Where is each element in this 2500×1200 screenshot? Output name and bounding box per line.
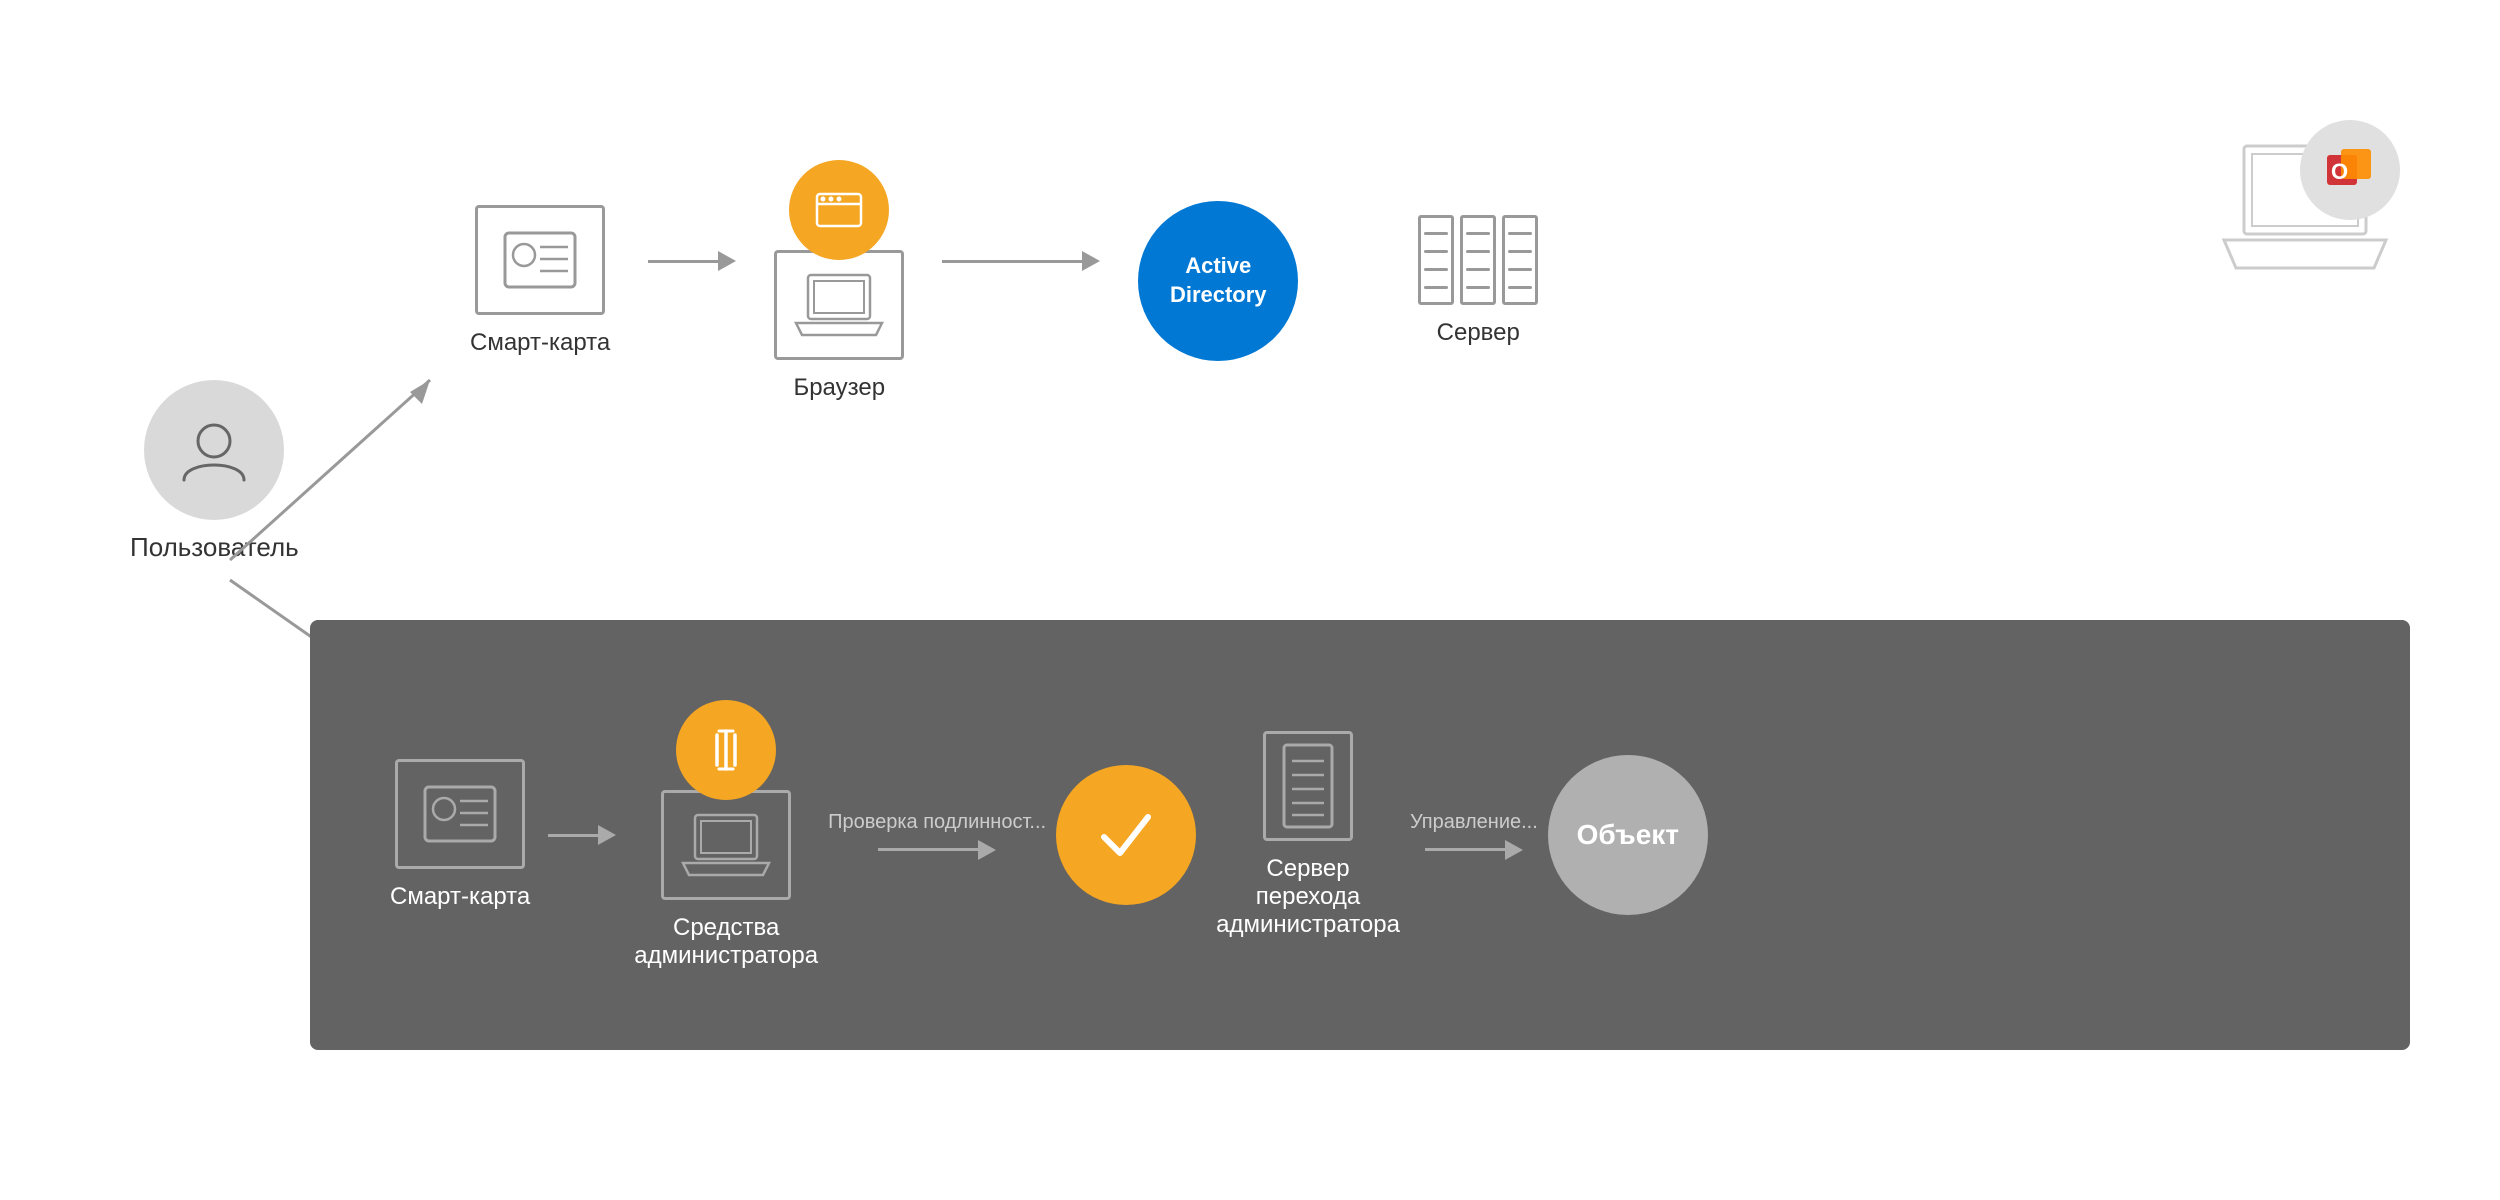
arrow1-top	[648, 251, 736, 271]
auth-check-node	[1056, 765, 1196, 905]
arrow3-bot-with-label: Управление...	[1410, 811, 1538, 860]
tools-badge	[676, 700, 776, 800]
active-directory-node: ActiveDirectory	[1138, 201, 1298, 361]
jump-server-icon	[1263, 731, 1353, 841]
mgmt-arrow-label: Управление...	[1410, 811, 1538, 834]
auth-arrow-label: Проверка подлинност...	[828, 811, 1046, 834]
smartcard-bot-icon	[395, 759, 525, 869]
object-label: Объект	[1577, 819, 1679, 851]
admin-tools-label: Средстваадминистратора	[634, 914, 818, 970]
object-node: Объект	[1548, 755, 1708, 915]
smartcard-bot-node: Смарт-карта	[390, 759, 530, 911]
bottom-panel: Смарт-карта	[310, 620, 2410, 1050]
browser-icon	[774, 250, 904, 360]
browser-top-label: Браузер	[793, 374, 885, 402]
admin-tools-icon	[661, 790, 791, 900]
smartcard-top-label: Смарт-карта	[470, 329, 610, 357]
jump-server-label: Серверпереходаадминистратора	[1216, 855, 1400, 939]
ms365-node: O	[2220, 120, 2400, 280]
browser-top-node: Браузер	[774, 160, 904, 402]
active-directory-circle: ActiveDirectory	[1138, 201, 1298, 361]
smartcard-top-icon	[475, 205, 605, 315]
top-row: Смарт-карта	[450, 160, 1558, 402]
arrow2-top	[942, 251, 1100, 271]
server-top-icon	[1418, 215, 1538, 305]
svg-text:O: O	[2331, 159, 2348, 184]
object-circle: Объект	[1548, 755, 1708, 915]
check-circle	[1056, 765, 1196, 905]
smartcard-bot-label: Смарт-карта	[390, 883, 530, 911]
browser-badge	[789, 160, 889, 260]
arrow2-bot-with-label: Проверка подлинност...	[828, 811, 1046, 860]
diagram-wrapper: Пользователь Смарт-карта	[0, 0, 2500, 1200]
admin-tools-node: Средстваадминистратора	[634, 700, 818, 970]
server-top-label: Сервер	[1437, 319, 1520, 347]
jump-server-node: Серверпереходаадминистратора	[1216, 731, 1400, 939]
smartcard-top-node: Смарт-карта	[470, 205, 610, 357]
server-top-node: Сервер	[1418, 215, 1538, 347]
arrow1-bot	[548, 825, 616, 845]
active-directory-label: ActiveDirectory	[1170, 252, 1267, 309]
